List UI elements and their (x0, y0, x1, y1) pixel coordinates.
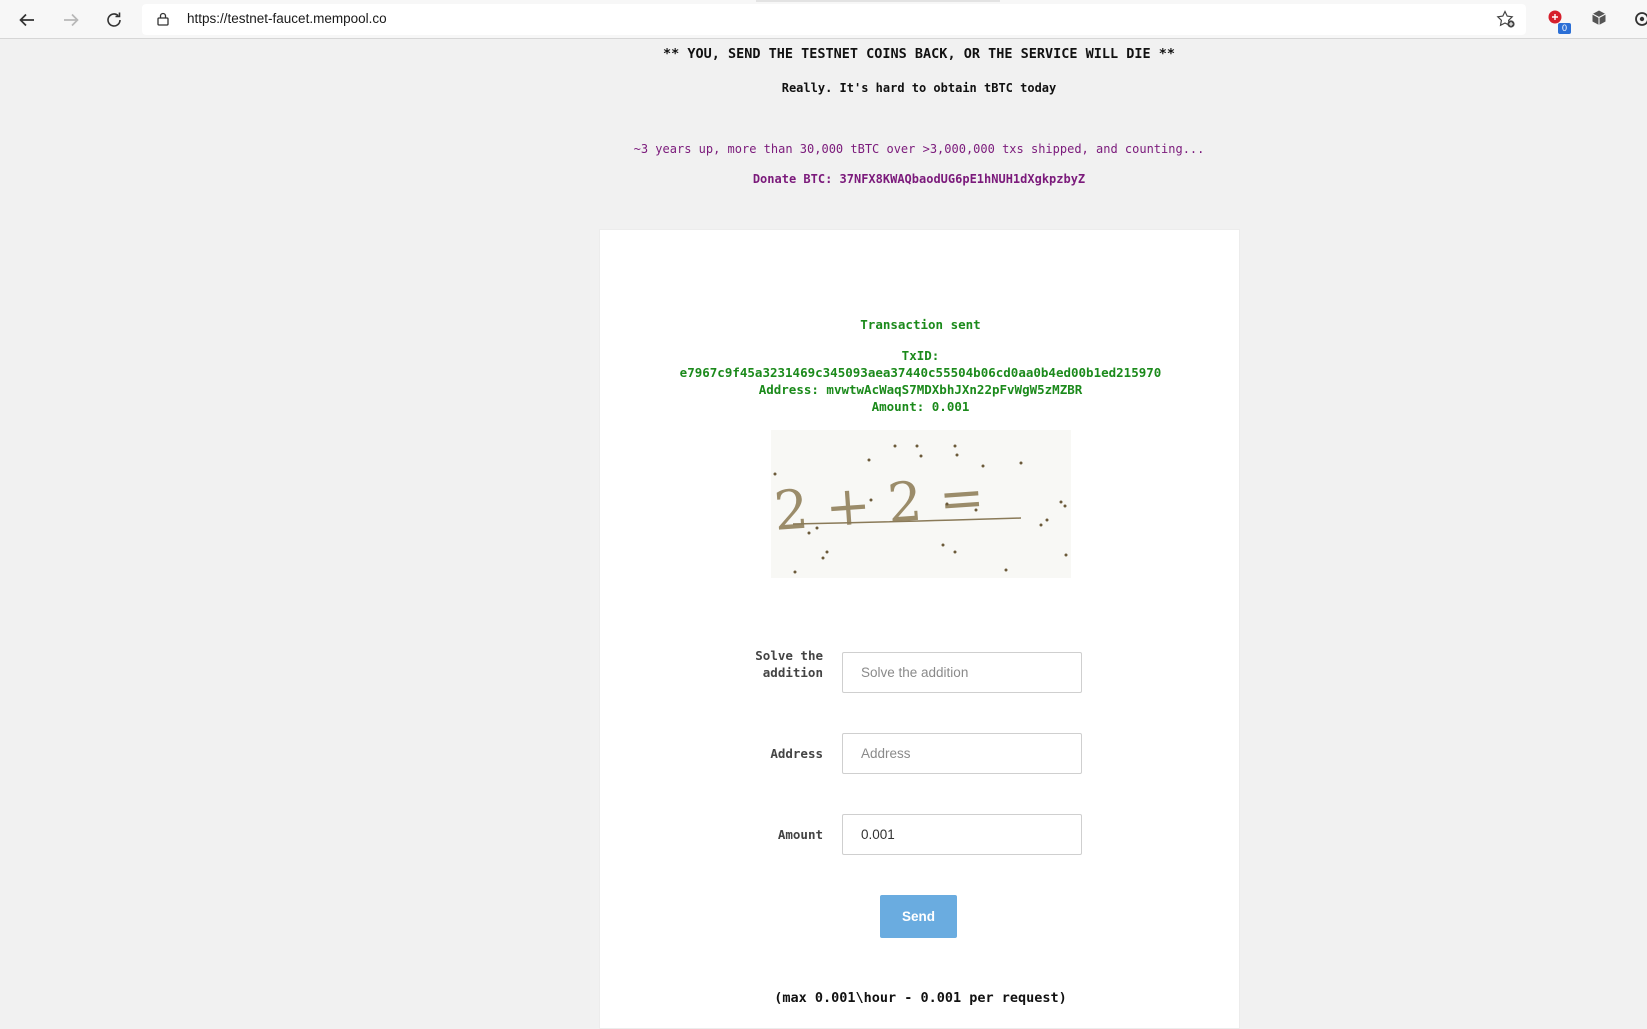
captcha-label: Solve the addition (755, 648, 823, 680)
back-button[interactable] (14, 7, 40, 33)
url-text: https://testnet-faucet.mempool.co (187, 11, 387, 26)
lock-icon (157, 12, 169, 26)
amount-input[interactable] (842, 814, 1082, 855)
browser-toolbar: https://testnet-faucet.mempool.co 0 (0, 0, 1647, 39)
extension-badge: 0 (1558, 23, 1571, 34)
warning-heading: ** YOU, SEND THE TESTNET COINS BACK, OR … (662, 46, 1176, 62)
address-input[interactable] (842, 733, 1082, 774)
back-arrow-icon (19, 13, 34, 27)
faucet-card: Transaction sent TxID: e7967c9f45a323146… (599, 229, 1240, 1029)
amount-label: Amount (777, 827, 823, 842)
send-button[interactable]: Send (880, 895, 957, 938)
forward-arrow-icon (64, 13, 79, 27)
captcha-answer-input[interactable] (842, 652, 1082, 693)
rate-limit-note: (max 0.001\hour - 0.001 per request) (774, 990, 1067, 1006)
tx-amount: Amount: 0.001 (871, 399, 970, 414)
stats-text: ~3 years up, more than 30,000 tBTC over … (633, 142, 1205, 156)
add-favorite-icon[interactable] (1496, 10, 1516, 29)
settings-icon[interactable] (1632, 9, 1647, 29)
address-label: Address (770, 746, 823, 761)
txid-value: e7967c9f45a3231469c345093aea37440c55504b… (679, 365, 1162, 380)
captcha-text: 2 + 2 = (772, 465, 987, 543)
captcha-image: 2 + 2 = (771, 430, 1071, 578)
active-tab-indicator (756, 0, 1000, 2)
reload-icon (107, 12, 121, 27)
captcha-drawing: 2 + 2 = (772, 444, 1068, 574)
transaction-status: Transaction sent (860, 317, 981, 332)
tx-address: Address: mvwtwAcWaqS7MDXbhJXn22pFvWgW5zM… (758, 382, 1083, 397)
txid-label: TxID: (901, 348, 940, 363)
address-bar[interactable]: https://testnet-faucet.mempool.co (142, 4, 1526, 35)
forward-button[interactable] (58, 7, 84, 33)
cube-icon[interactable] (1590, 9, 1608, 27)
subtitle-text: Really. It's hard to obtain tBTC today (781, 81, 1057, 95)
donate-address: Donate BTC: 37NFX8KWAQbaodUG6pE1hNUH1dXg… (752, 172, 1086, 186)
reload-button[interactable] (101, 7, 127, 33)
